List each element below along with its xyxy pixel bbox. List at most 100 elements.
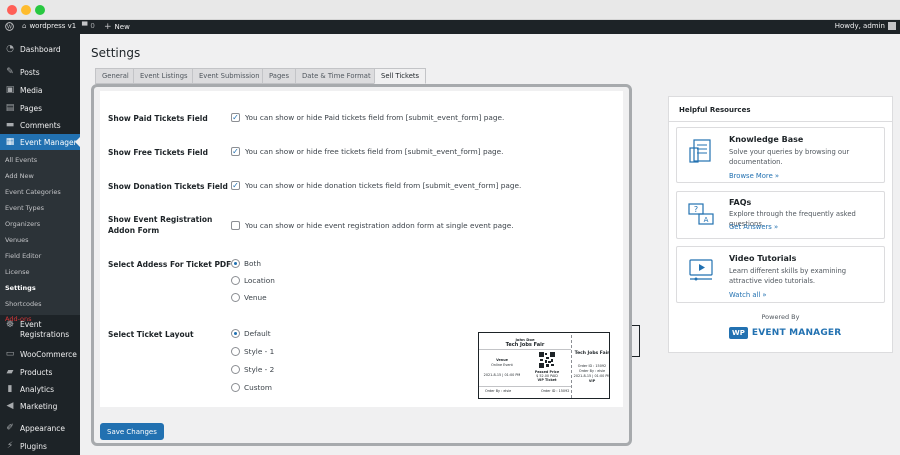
maximize-window-icon[interactable] <box>35 5 45 15</box>
sidebar-item-label: Plugins <box>20 441 47 451</box>
sidebar-item-woocommerce[interactable]: ▭ WooCommerce <box>0 349 80 359</box>
divider <box>669 121 892 122</box>
radio-button[interactable] <box>231 347 240 356</box>
paid-tickets-desc: You can show or hide Paid tickets field … <box>245 113 505 122</box>
tab-sell-tickets[interactable]: Sell Tickets <box>374 68 427 84</box>
submenu-settings[interactable]: Settings <box>0 284 80 292</box>
plugin-icon: ⚡ <box>6 441 14 451</box>
sidebar-item-appearance[interactable]: ✐ Appearance <box>0 423 80 433</box>
ticket-date: 2021-8-15 | 01:00 PM <box>483 373 521 377</box>
registration-addon-checkbox[interactable] <box>231 221 240 230</box>
site-name-link[interactable]: ⌂ wordpress v1 <box>22 22 76 30</box>
video-tutorials-title: Video Tutorials <box>729 254 797 263</box>
settings-form-table: Show Paid Tickets Field ✓ You can show o… <box>100 91 623 407</box>
submenu-venues[interactable]: Venues <box>0 236 80 244</box>
svg-text:?: ? <box>694 205 698 214</box>
sidebar-item-pages[interactable]: ▤ Pages <box>0 103 80 113</box>
paid-tickets-option: ✓ You can show or hide Paid tickets fiel… <box>231 113 504 122</box>
plus-icon: + <box>104 22 112 32</box>
submenu-organizers[interactable]: Organizers <box>0 220 80 228</box>
sidebar-item-label: Media <box>20 85 43 95</box>
sidebar-item-media[interactable]: ▣ Media <box>0 85 80 95</box>
ticket-order-by: Order By : elsie <box>485 389 512 393</box>
label-line-2: Registrations <box>20 330 70 339</box>
radio-button[interactable] <box>231 329 240 338</box>
submenu-field-editor[interactable]: Field Editor <box>0 252 80 260</box>
layout-option-style-1[interactable]: Style - 1 <box>231 347 274 356</box>
submenu-shortcodes[interactable]: Shortcodes <box>0 300 80 308</box>
powered-by-text: Powered By <box>761 313 800 321</box>
user-account-link[interactable]: Howdy, admin <box>835 22 896 30</box>
wordpress-logo-icon[interactable]: W <box>5 22 14 31</box>
layout-option-style-2[interactable]: Style - 2 <box>231 365 274 374</box>
ticket-event-name: Tech Jobs Fair <box>505 342 545 348</box>
browser-chrome <box>0 0 900 20</box>
address-option-venue[interactable]: Venue <box>231 293 267 302</box>
sell-tickets-settings-panel: Show Paid Tickets Field ✓ You can show o… <box>91 84 632 446</box>
submenu-add-new[interactable]: Add New <box>0 172 80 180</box>
sidebar-item-plugins[interactable]: ⚡ Plugins <box>0 441 80 451</box>
sidebar-item-event-registrations[interactable]: ☸ Event Registrations <box>0 320 80 340</box>
ticket-stub-type: VIP <box>588 379 596 383</box>
address-option-both[interactable]: Both <box>231 259 261 268</box>
close-window-icon[interactable] <box>7 5 17 15</box>
save-changes-button[interactable]: Save Changes <box>100 423 164 440</box>
get-answers-link[interactable]: Get Answers » <box>729 223 778 231</box>
layout-option-default[interactable]: Default <box>231 329 271 338</box>
ticket-divider <box>571 335 572 398</box>
free-tickets-checkbox[interactable]: ✓ <box>231 147 240 156</box>
browse-more-link[interactable]: Browse More » <box>729 172 779 180</box>
ticket-line <box>479 349 571 350</box>
ticket-type: VIP Ticket <box>537 378 557 382</box>
main-content: Settings General Event Listings Event Su… <box>80 34 900 455</box>
radio-button[interactable] <box>231 365 240 374</box>
watch-all-link[interactable]: Watch all » <box>729 291 767 299</box>
sidebar-item-label: Analytics <box>20 384 55 394</box>
radio-button[interactable] <box>231 293 240 302</box>
tab-event-submission[interactable]: Event Submission <box>192 68 267 84</box>
sidebar-item-analytics[interactable]: ▮ Analytics <box>0 384 80 394</box>
ticket-stub-order-by: Order By : elsie <box>578 369 606 373</box>
submenu-license[interactable]: License <box>0 268 80 276</box>
sidebar-item-dashboard[interactable]: ◔ Dashboard <box>0 44 80 54</box>
donation-tickets-label: Show Donation Tickets Field <box>108 182 228 191</box>
paid-tickets-label: Show Paid Tickets Field <box>108 114 208 123</box>
knowledge-base-card: Knowledge Base Solve your queries by bro… <box>676 127 885 183</box>
new-content-link[interactable]: + New <box>104 22 130 32</box>
qr-code-icon <box>539 352 555 368</box>
submenu-event-categories[interactable]: Event Categories <box>0 188 80 196</box>
logo-text: EVENT MANAGER <box>751 328 842 338</box>
layout-option-custom[interactable]: Custom <box>231 383 272 392</box>
tab-event-listings[interactable]: Event Listings <box>133 68 195 84</box>
knowledge-base-title: Knowledge Base <box>729 135 804 144</box>
submenu-all-events[interactable]: All Events <box>0 156 80 164</box>
sidebar-item-marketing[interactable]: ◀ Marketing <box>0 401 80 411</box>
tab-general[interactable]: General <box>95 68 136 84</box>
sidebar-item-comments[interactable]: ▬ Comments <box>0 120 80 130</box>
label-line-2: Addon Form <box>108 226 160 235</box>
tab-pages[interactable]: Pages <box>262 68 296 84</box>
paintbrush-icon: ✐ <box>6 423 14 433</box>
radio-button[interactable] <box>231 259 240 268</box>
donation-tickets-option: ✓ You can show or hide donation tickets … <box>231 181 521 190</box>
registrations-icon: ☸ <box>5 320 15 330</box>
radio-button[interactable] <box>231 276 240 285</box>
minimize-window-icon[interactable] <box>21 5 31 15</box>
comments-link[interactable]: ▀ 0 <box>82 22 95 30</box>
wp-event-manager-logo[interactable]: WP EVENT MANAGER <box>729 327 841 339</box>
label-line-1: Event <box>20 320 42 329</box>
option-label: Style - 1 <box>244 347 275 356</box>
paid-tickets-checkbox[interactable]: ✓ <box>231 113 240 122</box>
sidebar-item-posts[interactable]: ✎ Posts <box>0 67 80 77</box>
sidebar-item-products[interactable]: ▰ Products <box>0 367 80 377</box>
ticket-stub-order-id: Order ID : 15092 <box>577 364 607 368</box>
donation-tickets-checkbox[interactable]: ✓ <box>231 181 240 190</box>
tab-date-time-format[interactable]: Date & Time Format <box>295 68 378 84</box>
submenu-event-types[interactable]: Event Types <box>0 204 80 212</box>
megaphone-icon: ◀ <box>6 401 14 411</box>
sidebar-item-event-manager[interactable]: ▦ Event Manager <box>0 134 80 150</box>
new-label: New <box>114 23 130 31</box>
address-option-location[interactable]: Location <box>231 276 275 285</box>
radio-button[interactable] <box>231 383 240 392</box>
sidebar-item-label: Dashboard <box>20 44 61 54</box>
